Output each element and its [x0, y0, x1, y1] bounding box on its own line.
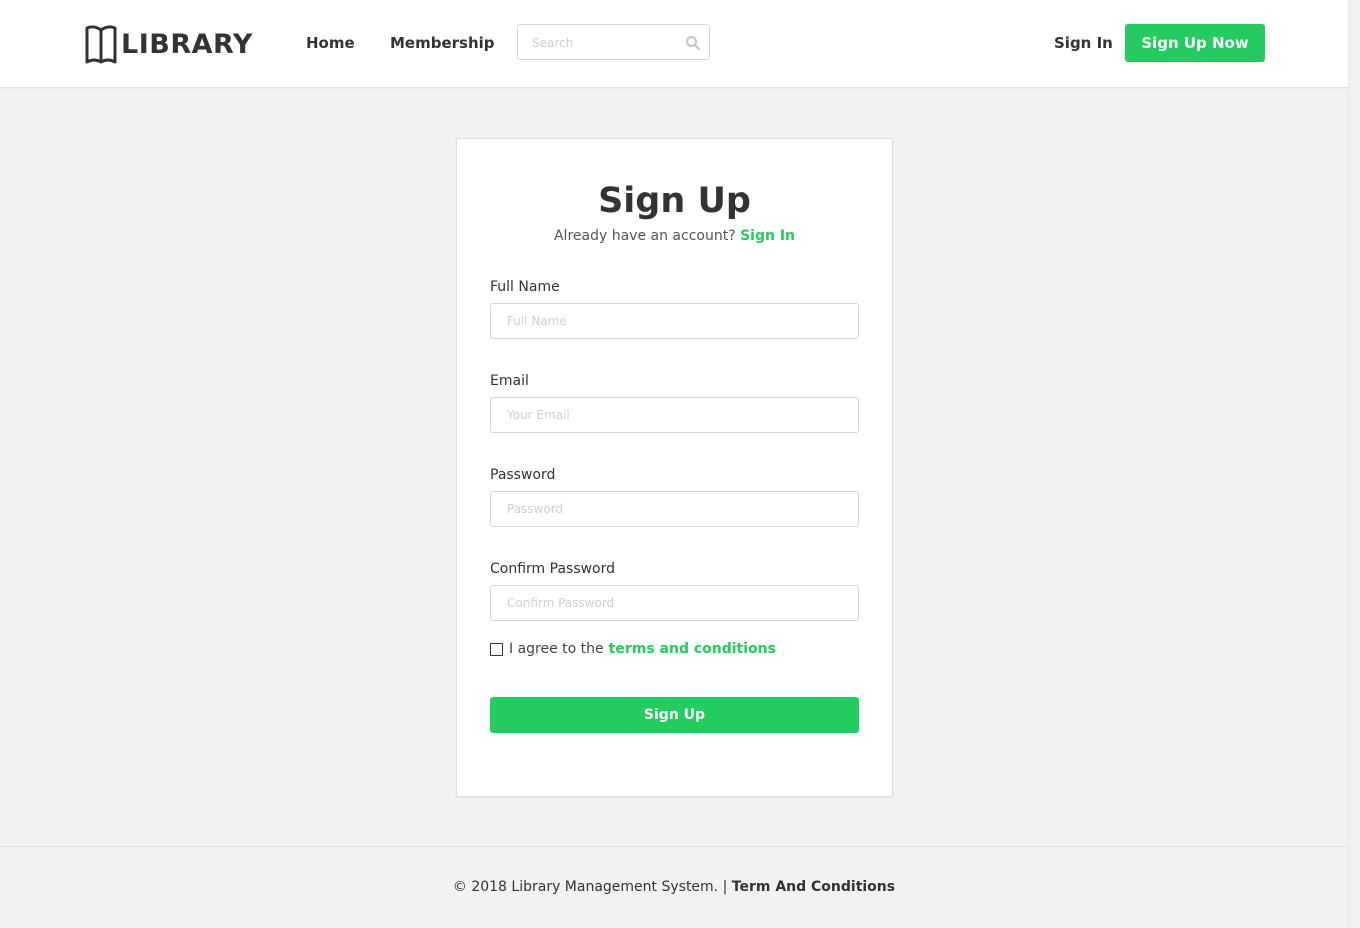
footer-terms-link[interactable]: Term And Conditions	[732, 879, 895, 895]
full-name-input[interactable]	[490, 303, 859, 339]
open-book-icon	[84, 24, 118, 66]
email-label: Email	[490, 373, 529, 389]
brand-name: LIBRARY	[121, 29, 253, 60]
footer-copyright: © 2018 Library Management System. |	[452, 879, 728, 895]
search-input[interactable]	[532, 33, 682, 53]
brand-logo[interactable]: LIBRARY	[84, 24, 253, 66]
confirm-password-input[interactable]	[490, 585, 859, 621]
terms-link[interactable]: terms and conditions	[609, 641, 776, 657]
sign-up-submit-button[interactable]: Sign Up	[490, 697, 859, 733]
password-input[interactable]	[490, 491, 859, 527]
search-box	[517, 24, 710, 60]
header-sign-in-link[interactable]: Sign In	[1054, 33, 1113, 53]
full-name-label: Full Name	[490, 279, 560, 295]
header-sign-up-button[interactable]: Sign Up Now	[1125, 24, 1265, 62]
signin-prompt-text: Already have an account?	[553, 228, 736, 244]
terms-agreement: I agree to the terms and conditions	[490, 639, 776, 659]
signin-prompt-link[interactable]: Sign In	[740, 228, 795, 244]
terms-agreement-text: I agree to the	[509, 641, 604, 657]
search-icon[interactable]	[685, 35, 701, 51]
nav-home-link[interactable]: Home	[306, 33, 355, 53]
signup-card: Sign Up Already have an account? Sign In…	[456, 138, 893, 797]
footer-divider	[0, 846, 1348, 847]
page-title: Sign Up	[598, 181, 751, 221]
footer: © 2018 Library Management System. | Term…	[0, 877, 1348, 897]
page-scrollbar[interactable]	[1348, 0, 1360, 928]
password-label: Password	[490, 467, 556, 483]
nav-membership-link[interactable]: Membership	[390, 33, 495, 53]
terms-checkbox[interactable]	[490, 642, 503, 656]
signin-prompt: Already have an account? Sign In	[457, 226, 892, 246]
top-header: LIBRARY Home Membership Sign In Sign Up …	[0, 0, 1348, 88]
email-input[interactable]	[490, 397, 859, 433]
confirm-password-label: Confirm Password	[490, 561, 616, 577]
